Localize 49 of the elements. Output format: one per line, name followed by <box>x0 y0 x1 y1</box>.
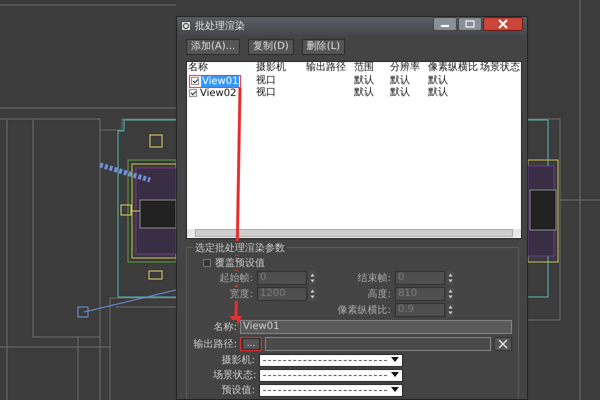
name-field[interactable]: View01 <box>240 320 512 334</box>
table-cell-text: 视口 <box>255 87 277 99</box>
group-title: 选定批处理渲染参数 <box>193 241 287 255</box>
column-header[interactable]: 输出路径 <box>305 62 353 74</box>
window-title: 批处理渲染 <box>195 20 246 33</box>
column-header[interactable]: 分辨率 <box>389 62 427 74</box>
table-cell-text: 默认 <box>427 75 449 87</box>
field-label: 摄影机: <box>220 354 255 367</box>
column-header[interactable]: 名称 <box>187 62 255 74</box>
table-cell-text: 默认 <box>389 87 411 99</box>
table-cell-text: 默认 <box>389 75 411 87</box>
caret-icon[interactable] <box>391 357 399 363</box>
table-cell-text: 默认 <box>353 75 375 87</box>
table-cell-text: 默认 <box>427 87 449 99</box>
dropdown[interactable] <box>259 368 403 382</box>
spinner-arrows-icon[interactable] <box>447 287 454 301</box>
maximize-icon[interactable] <box>458 17 482 31</box>
dropdown[interactable] <box>259 384 403 396</box>
spinner-arrows-icon[interactable] <box>447 303 454 317</box>
browse-button[interactable]: ... <box>242 338 260 350</box>
table-cell-text: 默认 <box>353 87 375 99</box>
field-label: 预设值: <box>220 384 255 397</box>
caret-icon[interactable] <box>391 372 399 378</box>
field-label: 输出路径: <box>193 337 237 351</box>
dropdown[interactable] <box>259 354 403 366</box>
toolbar-button[interactable]: 删除(L) <box>302 39 346 55</box>
column-header[interactable]: 范围 <box>353 62 389 74</box>
spinner-arrows-icon[interactable] <box>447 271 454 285</box>
field-label: 场景状态: <box>213 368 255 382</box>
checkbox-label: 覆盖预设值 <box>215 256 265 270</box>
row-name[interactable]: View01 <box>201 76 240 86</box>
row-checkbox[interactable] <box>191 77 199 85</box>
caret-icon[interactable] <box>391 387 399 393</box>
column-header[interactable]: 摄影机 <box>255 62 305 74</box>
table-cell-text: 视口 <box>255 75 277 86</box>
close-icon[interactable] <box>483 17 523 31</box>
toolbar-button[interactable]: 添加(A)... <box>186 39 240 55</box>
override-checkbox[interactable] <box>203 259 211 267</box>
spinner-arrows-icon[interactable] <box>309 271 316 285</box>
row-name[interactable]: View02 <box>199 88 238 98</box>
row-checkbox[interactable] <box>189 89 197 97</box>
clear-button-icon[interactable] <box>494 337 512 351</box>
minimize-icon[interactable] <box>433 17 457 31</box>
toolbar-button[interactable]: 复制(D) <box>248 39 294 55</box>
horizontal-scrollbar[interactable] <box>187 229 521 237</box>
column-header[interactable]: 场景状态 <box>479 62 521 74</box>
output-path-field[interactable] <box>265 337 491 351</box>
column-header[interactable]: 像素纵横比 <box>427 62 479 74</box>
spinner-arrows-icon[interactable] <box>309 287 316 301</box>
